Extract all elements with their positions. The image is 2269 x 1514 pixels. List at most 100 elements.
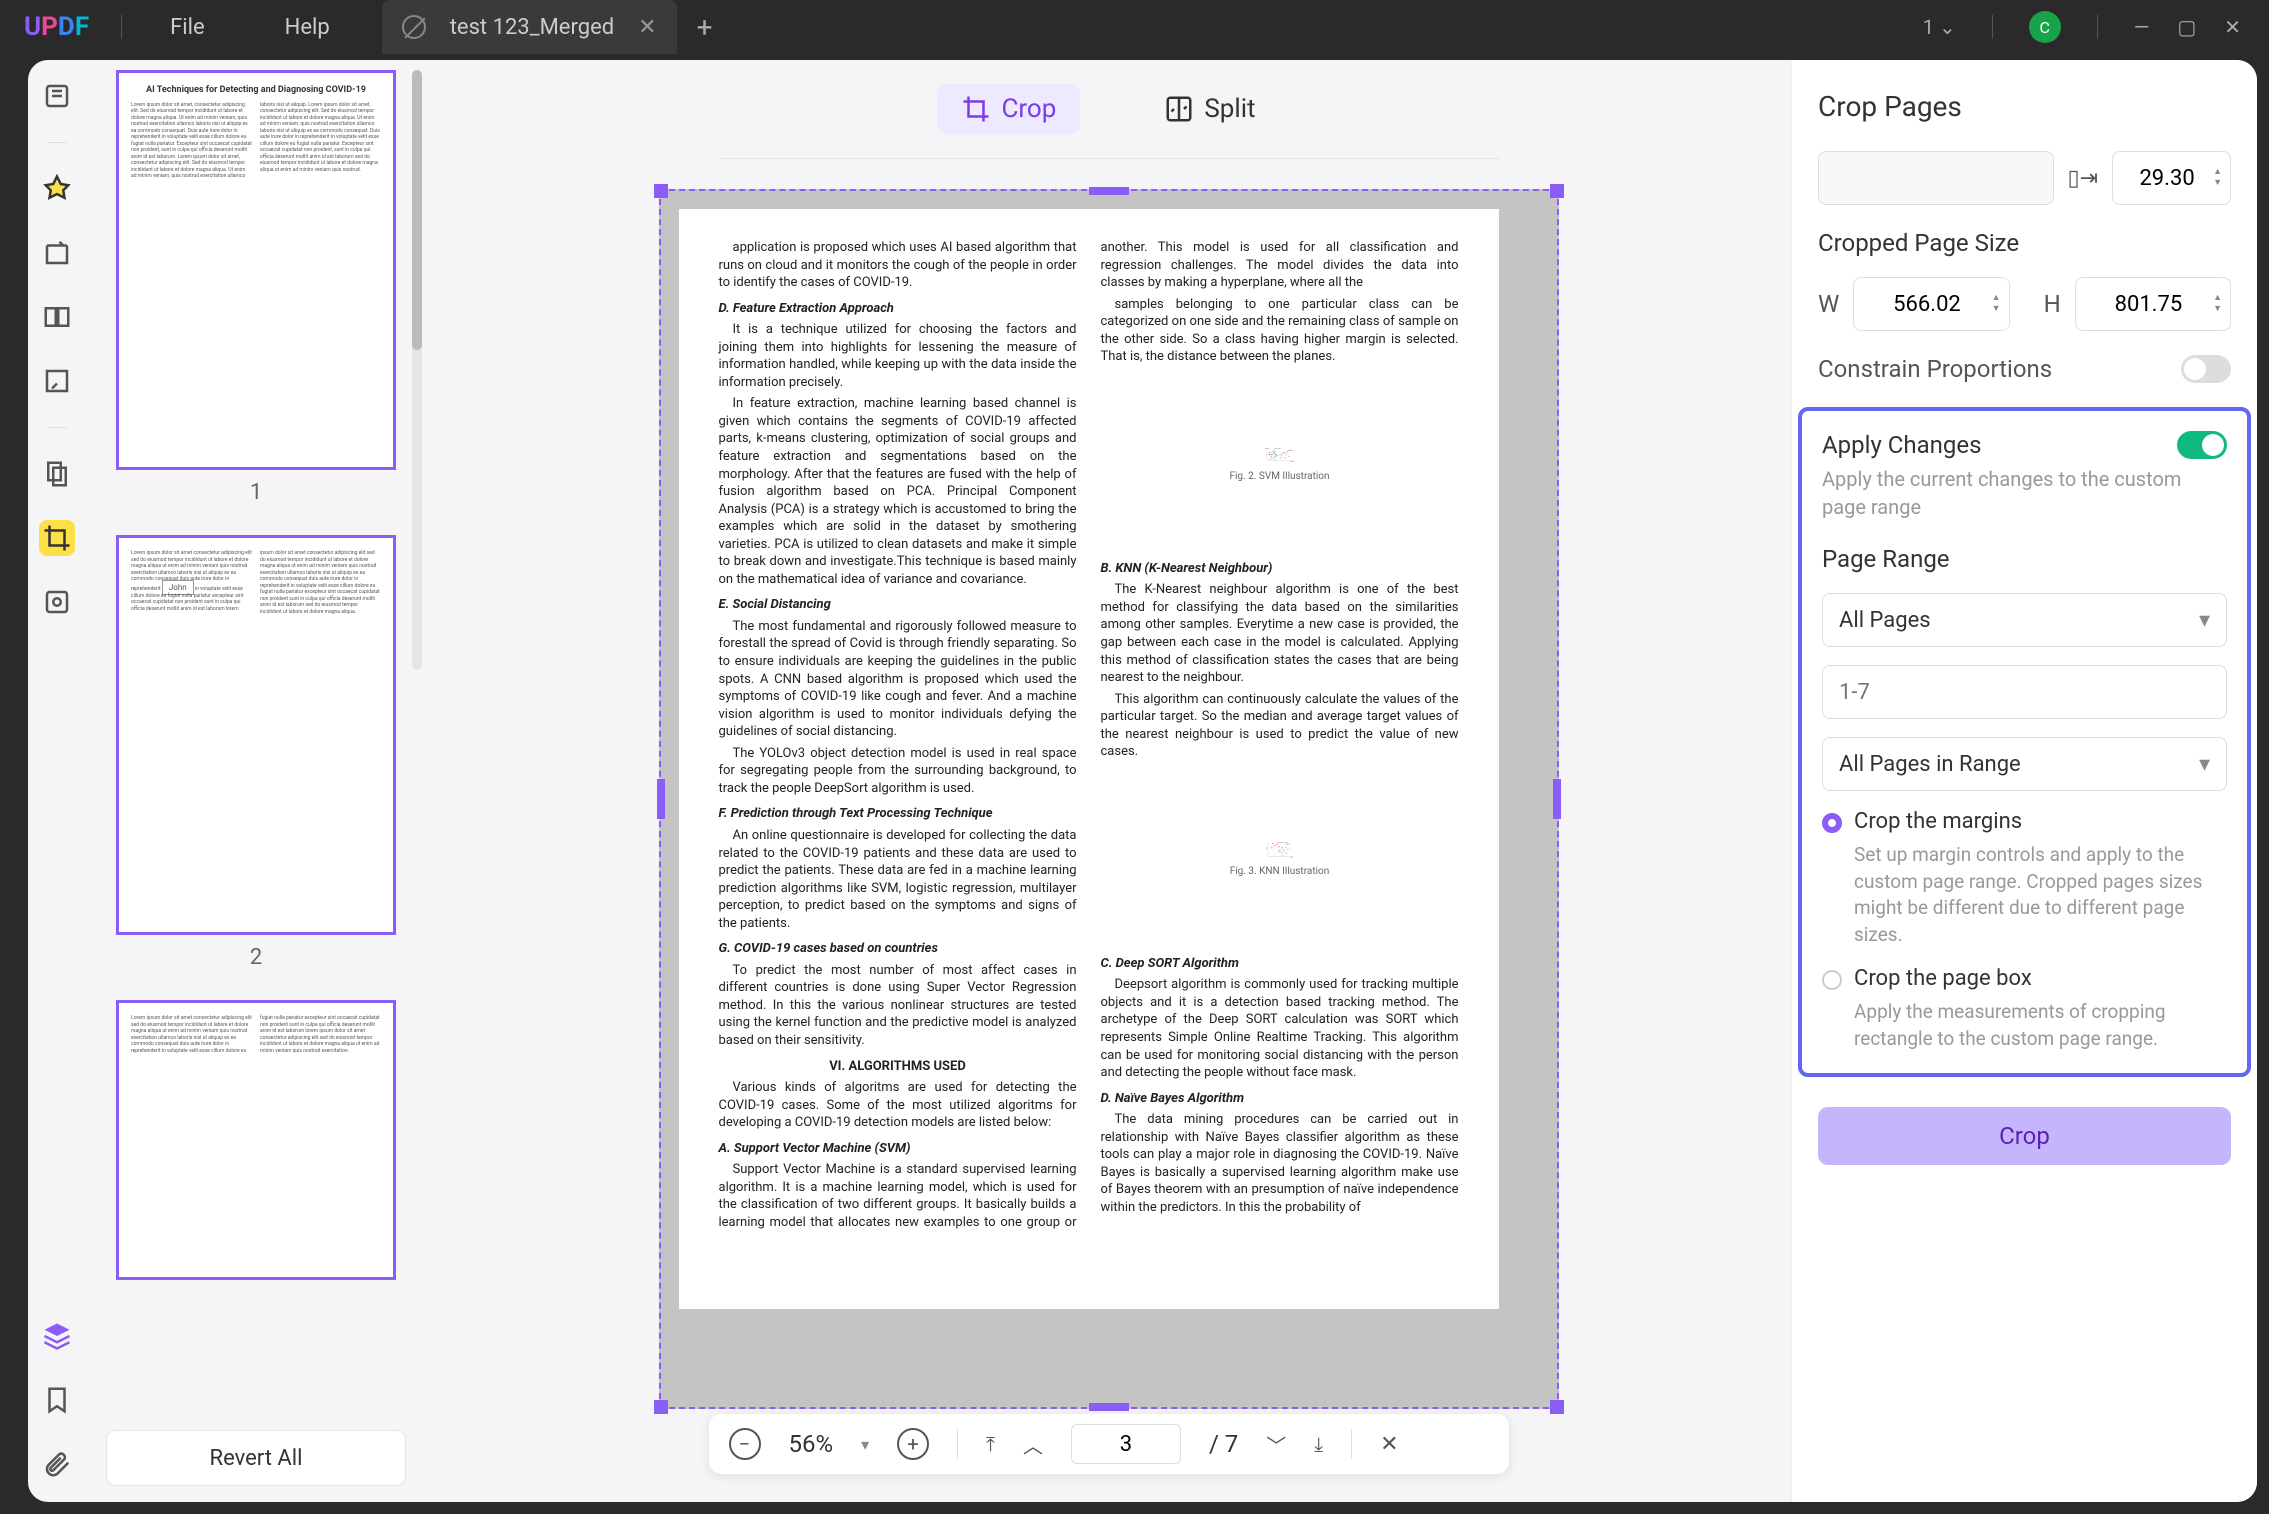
thumbnail-scrollbar[interactable] (412, 70, 422, 670)
tab-close-icon[interactable]: ✕ (638, 15, 656, 40)
thumbnail-page-3[interactable]: Lorem ipsum dolor sit amet consectetur a… (116, 1000, 396, 1280)
sidebar-pages-icon[interactable] (39, 299, 75, 335)
svg-text:★: ★ (1287, 452, 1289, 455)
height-label: H (2044, 290, 2061, 318)
crop-handle-bl[interactable] (654, 1400, 668, 1414)
panel-title: Crop Pages (1818, 90, 2231, 123)
svg-text:Support Vector: Support Vector (1274, 447, 1281, 450)
svg-text:Parameter y: Parameter y (1265, 447, 1270, 450)
minimize-icon[interactable]: — (2134, 15, 2150, 39)
page-count-dropdown[interactable]: 1 ⌄ (1923, 15, 1956, 39)
crop-handle-br[interactable] (1550, 1400, 1564, 1414)
crop-handle-tl[interactable] (654, 184, 668, 198)
height-input[interactable]: ▲▼ (2075, 277, 2231, 331)
cropped-size-label: Cropped Page Size (1818, 229, 2231, 257)
crop-handle-r[interactable] (1553, 779, 1561, 819)
svg-text:★: ★ (1274, 845, 1276, 848)
pages-in-range-select[interactable]: All Pages in Range▾ (1822, 737, 2227, 791)
crop-handle-t[interactable] (1089, 187, 1129, 195)
apply-changes-label: Apply Changes (1822, 431, 1982, 459)
document-tab[interactable]: test 123_Merged ✕ (382, 0, 677, 54)
offset-icon: ▯⇥ (2068, 166, 2099, 191)
sidebar-bookmark-icon[interactable] (39, 1382, 75, 1418)
svg-text:★: ★ (1285, 453, 1287, 456)
stepper-up[interactable]: ▲ (2213, 168, 2222, 177)
crop-mode-tab[interactable]: Crop (937, 84, 1080, 134)
svg-text:New example to classify: New example to classify (1276, 841, 1287, 844)
thumbnail-page-1[interactable]: AI Techniques for Detecting and Diagnosi… (116, 70, 396, 470)
crop-button[interactable]: Crop (1818, 1107, 2231, 1165)
svg-text:★: ★ (1281, 455, 1283, 458)
page-toolbar: − 56% ▾ + ⤒ ︿ / 7 ﹀ ⤓ ✕ (709, 1414, 1509, 1474)
split-icon (1164, 94, 1194, 124)
zoom-out-button[interactable]: − (729, 1428, 761, 1460)
sidebar-layers-icon[interactable] (39, 1318, 75, 1354)
svg-text:▲: ▲ (1286, 853, 1288, 855)
svg-text:★: ★ (1278, 846, 1280, 849)
prev-page-button[interactable]: ︿ (1023, 1430, 1043, 1459)
thumbnail-page-2[interactable]: Lorem ipsum dolor sit amet consectetur a… (116, 535, 396, 935)
revert-all-button[interactable]: Revert All (106, 1430, 406, 1486)
thumb-1-label: 1 (106, 480, 406, 505)
next-page-button[interactable]: ﹀ (1266, 1430, 1286, 1459)
maximize-icon[interactable]: ▢ (2177, 15, 2196, 39)
sidebar-reader-icon[interactable] (39, 78, 75, 114)
svm-figure: ★★★★★★★ Support VectorHyperplane Paramet… (1101, 372, 1459, 552)
svg-text:▲: ▲ (1284, 851, 1286, 853)
svg-text:★: ★ (1272, 843, 1274, 846)
sidebar-organize-icon[interactable] (39, 456, 75, 492)
user-avatar[interactable]: C (2029, 11, 2061, 43)
zoom-level: 56% (789, 1430, 834, 1458)
svg-text:★: ★ (1271, 847, 1273, 850)
offset-value-input[interactable]: ▲▼ (2112, 151, 2231, 205)
svg-text:★: ★ (1283, 451, 1285, 454)
menu-help[interactable]: Help (245, 15, 370, 40)
sidebar-crop-icon[interactable] (39, 520, 75, 556)
knn-figure: ? ★★★★★★★ ▲▲▲▲▲▲▲ K=3K=7 Class AClass B … (1101, 767, 1459, 947)
svg-text:K=7: K=7 (1281, 855, 1283, 857)
sidebar-form-icon[interactable] (39, 363, 75, 399)
svg-text:X-Axis: X-Axis (1290, 857, 1293, 859)
page-number-input[interactable] (1071, 1424, 1181, 1464)
sidebar-highlight-icon[interactable] (39, 171, 75, 207)
crop-icon (961, 94, 991, 124)
apply-changes-section: Apply Changes Apply the current changes … (1798, 407, 2251, 1077)
crop-handle-tr[interactable] (1550, 184, 1564, 198)
apply-changes-toggle[interactable] (2177, 431, 2227, 459)
offset-x-input[interactable] (1818, 151, 2054, 205)
svg-text:Y-Axis: Y-Axis (1265, 847, 1267, 850)
last-page-button[interactable]: ⤓ (1314, 1432, 1323, 1456)
svg-text:★: ★ (1288, 455, 1290, 458)
stepper-down[interactable]: ▼ (2213, 179, 2222, 188)
crop-pagebox-desc: Apply the measurements of cropping recta… (1854, 999, 2227, 1052)
zoom-in-button[interactable]: + (897, 1428, 929, 1460)
page-content: application is proposed which uses AI ba… (679, 209, 1499, 1309)
width-input[interactable]: ▲▼ (1853, 277, 2009, 331)
page-range-input[interactable] (1822, 665, 2227, 719)
tab-icon (402, 15, 426, 39)
close-toolbar-button[interactable]: ✕ (1380, 1432, 1398, 1457)
close-icon[interactable]: ✕ (2224, 15, 2241, 39)
menu-file[interactable]: File (130, 15, 245, 40)
page-total: / 7 (1209, 1430, 1238, 1458)
first-page-button[interactable]: ⤒ (986, 1432, 995, 1456)
sidebar-attachment-icon[interactable] (39, 1446, 75, 1482)
crop-handle-b[interactable] (1089, 1403, 1129, 1411)
split-mode-tab[interactable]: Split (1140, 84, 1279, 134)
crop-handle-l[interactable] (657, 779, 665, 819)
svg-text:▲: ▲ (1287, 849, 1289, 851)
crop-pagebox-radio[interactable]: Crop the page box (1822, 966, 2227, 991)
page-crop-area[interactable]: application is proposed which uses AI ba… (659, 189, 1559, 1409)
crop-margins-radio[interactable]: Crop the margins (1822, 809, 2227, 834)
sidebar-edit-icon[interactable] (39, 235, 75, 271)
zoom-dropdown-icon[interactable]: ▾ (861, 1435, 869, 1454)
new-tab-button[interactable]: + (697, 11, 713, 44)
svg-text:▲: ▲ (1289, 848, 1291, 850)
page-range-label: Page Range (1822, 545, 2227, 573)
app-logo: UPDF (0, 12, 113, 42)
page-range-select[interactable]: All Pages▾ (1822, 593, 2227, 647)
sidebar-redact-icon[interactable] (39, 584, 75, 620)
apply-changes-desc: Apply the current changes to the custom … (1822, 465, 2227, 521)
width-label: W (1818, 290, 1839, 318)
constrain-toggle[interactable] (2181, 355, 2231, 383)
